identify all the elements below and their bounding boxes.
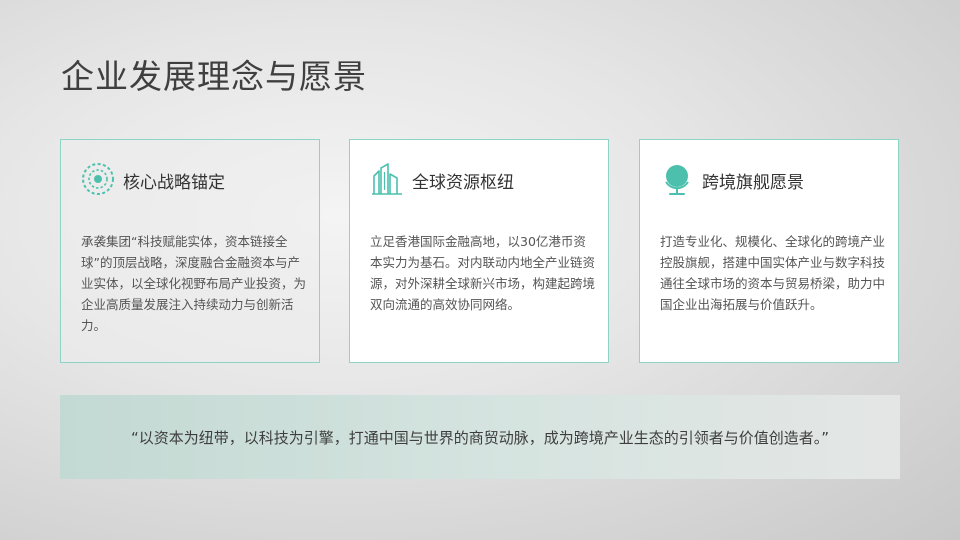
- card-crossborder-vision: 跨境旗舰愿景 打造专业化、规模化、全球化的跨境产业控股旗舰，搭建中国实体产业与数…: [639, 139, 899, 363]
- globe-icon: [660, 162, 694, 196]
- card-heading: 跨境旗舰愿景: [702, 173, 804, 193]
- vision-quote-banner: “以资本为纽带，以科技为引擎，打通中国与世界的商贸动脉，成为跨境产业生态的引领者…: [60, 395, 900, 479]
- radar-target-icon: [81, 162, 115, 196]
- card-heading: 全球资源枢纽: [412, 173, 514, 193]
- card-body: 立足香港国际金融高地，以30亿港币资本实力为基石。对内联动内地全产业链资源，对外…: [370, 234, 596, 312]
- vision-quote: “以资本为纽带，以科技为引擎，打通中国与世界的商贸动脉，成为跨境产业生态的引领者…: [130, 429, 830, 447]
- card-global-hub: 全球资源枢纽 立足香港国际金融高地，以30亿港币资本实力为基石。对内联动内地全产…: [349, 139, 609, 363]
- card-body: 承袭集团“科技赋能实体，资本链接全球”的顶层战略，深度融合金融资本与产业实体，以…: [81, 234, 307, 333]
- card-heading: 核心战略锚定: [123, 173, 225, 193]
- buildings-icon: [370, 162, 404, 196]
- page-title: 企业发展理念与愿景: [61, 57, 367, 96]
- card-core-strategy: 核心战略锚定 承袭集团“科技赋能实体，资本链接全球”的顶层战略，深度融合金融资本…: [60, 139, 320, 363]
- card-body: 打造专业化、规模化、全球化的跨境产业控股旗舰，搭建中国实体产业与数字科技通往全球…: [660, 234, 886, 312]
